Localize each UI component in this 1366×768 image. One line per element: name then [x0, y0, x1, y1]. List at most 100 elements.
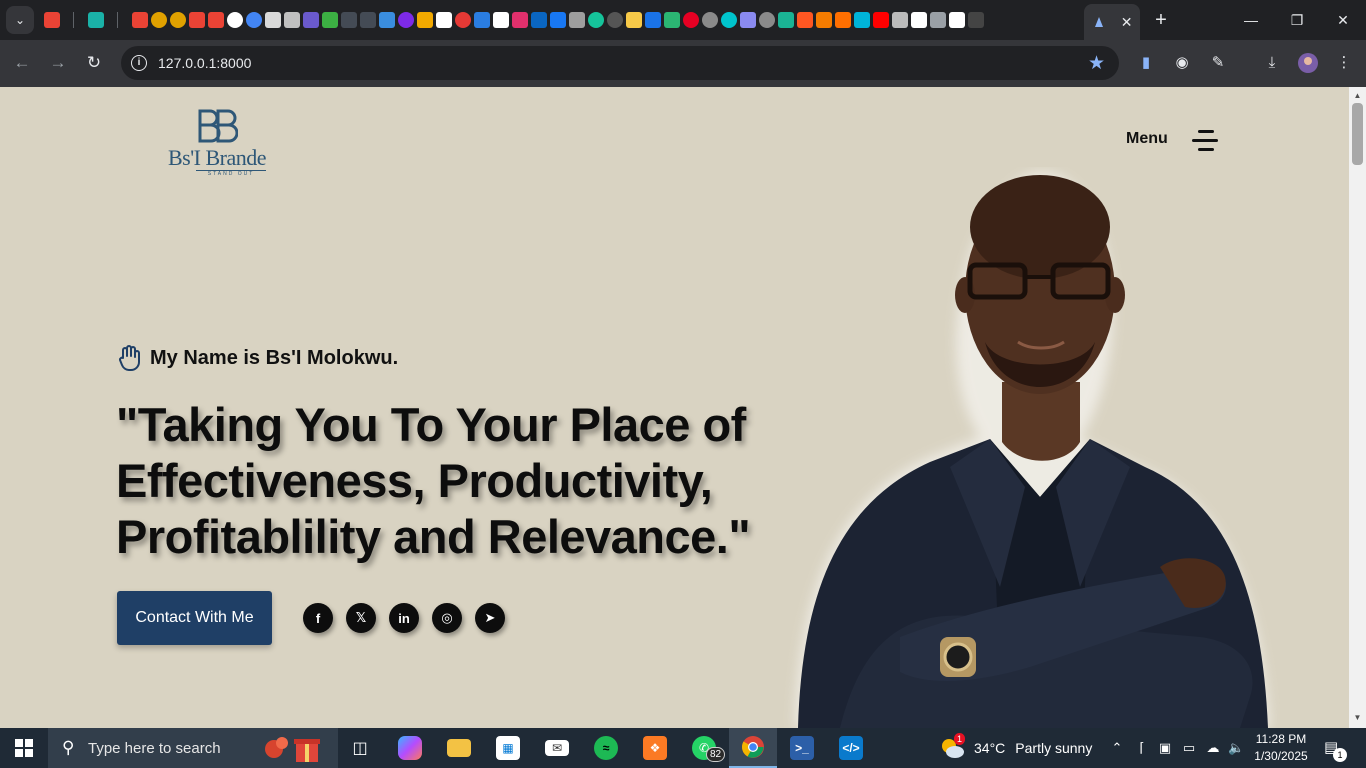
back-icon[interactable]: ←	[11, 52, 33, 74]
pinned-tab-target-icon[interactable]	[815, 12, 832, 28]
xampp-button[interactable]: ❖	[631, 728, 679, 768]
extension-icon[interactable]: ◉	[1171, 52, 1193, 74]
pinned-tab-px-icon[interactable]	[663, 12, 680, 28]
pinned-tab-youtube-icon[interactable]	[872, 12, 889, 28]
volume-icon[interactable]: 🔈	[1228, 740, 1244, 756]
scrollbar-thumb[interactable]	[1352, 103, 1363, 165]
pinned-tab-circle-icon[interactable]	[606, 12, 623, 28]
instagram-icon[interactable]: ◎	[432, 603, 462, 633]
start-button[interactable]	[0, 728, 48, 768]
pinned-tab-pi-icon[interactable]	[150, 12, 167, 28]
meet-now-icon[interactable]: ▣	[1157, 740, 1173, 756]
menu-label[interactable]: Menu	[1126, 130, 1168, 148]
pinned-tab-canva-icon[interactable]	[397, 12, 414, 28]
pinned-tab-canva-icon[interactable]	[720, 12, 737, 28]
vscode-button[interactable]: </>	[827, 728, 875, 768]
powershell-button[interactable]: >_	[778, 728, 826, 768]
pinned-tab-google-icon[interactable]	[245, 12, 262, 28]
pinned-tab-game-icon[interactable]	[226, 12, 243, 28]
pinned-tab-chatgpt-icon[interactable]	[264, 12, 281, 28]
pinned-tab-m-icon[interactable]	[777, 12, 794, 28]
pinned-tab-mask-icon[interactable]	[891, 12, 908, 28]
telegram-icon[interactable]: ➤	[475, 603, 505, 633]
pinned-tab-list-icon[interactable]	[302, 12, 319, 28]
site-info-icon[interactable]: i	[131, 55, 147, 71]
network-icon[interactable]: ⌈	[1134, 740, 1150, 756]
pinned-tab-amazon-icon[interactable]	[492, 12, 509, 28]
pinned-tab-hex-icon[interactable]	[321, 12, 338, 28]
more-icon[interactable]: ⋮	[1333, 52, 1355, 74]
pinned-tab-wordpress-icon[interactable]	[283, 12, 300, 28]
bookmark-icon[interactable]: ▮	[1135, 52, 1157, 74]
pinned-tab-globe-icon[interactable]	[758, 12, 775, 28]
pinned-tab-calendar-icon[interactable]	[739, 12, 756, 28]
pinned-tab-grid-icon[interactable]	[929, 12, 946, 28]
pinned-tab-arrow-icon[interactable]	[378, 12, 395, 28]
hamburger-menu-icon[interactable]	[1192, 129, 1218, 153]
puzzle-icon[interactable]: ✎	[1207, 52, 1229, 74]
scroll-down-icon[interactable]: ▼	[1353, 713, 1362, 722]
file-explorer-button[interactable]	[435, 728, 483, 768]
pinned-tab-pi-icon[interactable]	[169, 12, 186, 28]
pinned-tab-hex-icon[interactable]	[340, 12, 357, 28]
task-view-button[interactable]: ◫	[336, 728, 384, 768]
copilot-button[interactable]	[386, 728, 434, 768]
pinned-tab-wave-icon[interactable]	[796, 12, 813, 28]
system-clock[interactable]: 11:28 PM 1/30/2025	[1252, 731, 1310, 765]
pinned-tab-grammarly-icon[interactable]	[587, 12, 604, 28]
pinned-tab-linkedin-icon[interactable]	[530, 12, 547, 28]
pinned-tab-gmail-icon[interactable]	[188, 12, 205, 28]
bookmark-star-icon[interactable]: ★	[1088, 52, 1105, 75]
pinned-tab-facebook-icon[interactable]	[549, 12, 566, 28]
address-bar[interactable]: i 127.0.0.1:8000 ★	[121, 46, 1119, 80]
battery-icon[interactable]: ▭	[1181, 740, 1197, 756]
minimize-icon[interactable]: —	[1228, 0, 1274, 40]
spotify-button[interactable]: ≈	[582, 728, 630, 768]
forward-icon[interactable]: →	[47, 52, 69, 74]
restore-icon[interactable]: ❐	[1274, 0, 1320, 40]
pinned-tab-red-dot-icon[interactable]	[454, 12, 471, 28]
pinned-tab-w-icon[interactable]	[435, 12, 452, 28]
show-hidden-icons[interactable]: ⌃	[1109, 740, 1125, 756]
pinned-tab-dots-icon[interactable]	[834, 12, 851, 28]
pinned-tab-pinterest-icon[interactable]	[682, 12, 699, 28]
pinned-tab-star-icon[interactable]	[416, 12, 433, 28]
pinned-tab-hex-icon[interactable]	[359, 12, 376, 28]
pinned-tab-folder-icon[interactable]	[644, 12, 661, 28]
active-tab[interactable]: ✕	[1084, 4, 1140, 40]
url-text[interactable]: 127.0.0.1:8000	[158, 55, 251, 71]
chrome-button[interactable]	[729, 728, 777, 768]
pinned-tab-gmail-icon[interactable]	[207, 12, 224, 28]
scroll-up-icon[interactable]: ▲	[1353, 91, 1362, 100]
pinned-tab-k-icon[interactable]	[473, 12, 490, 28]
tab-search-button[interactable]: ⌄	[6, 6, 34, 34]
new-tab-button[interactable]: +	[1151, 8, 1171, 32]
pinned-tab-fire-icon[interactable]	[568, 12, 585, 28]
pinned-tab-x-icon[interactable]	[910, 12, 927, 28]
pinned-tab-diamond-icon[interactable]	[87, 12, 104, 28]
weather-widget[interactable]: 1 34°C Partly sunny	[940, 728, 1092, 768]
reload-icon[interactable]: ↻	[83, 52, 105, 74]
x-twitter-icon[interactable]: 𝕏	[346, 603, 376, 633]
pinned-tab-instagram-icon[interactable]	[511, 12, 528, 28]
mail-button[interactable]: ✉	[533, 728, 581, 768]
page-scrollbar[interactable]: ▲ ▼	[1349, 87, 1366, 728]
taskbar-search[interactable]: ⚲ Type here to search	[48, 728, 338, 768]
linkedin-icon[interactable]: in	[389, 603, 419, 633]
pinned-tab-gmail-icon[interactable]	[43, 12, 60, 28]
search-placeholder[interactable]: Type here to search	[88, 740, 221, 757]
contact-button[interactable]: Contact With Me	[117, 591, 272, 645]
profile-icon[interactable]	[1297, 52, 1319, 74]
pinned-tab-s-icon[interactable]	[853, 12, 870, 28]
pinned-tab-globe-icon[interactable]	[701, 12, 718, 28]
pinned-tab-terminal-icon[interactable]	[967, 12, 984, 28]
facebook-icon[interactable]: f	[303, 603, 333, 633]
download-icon[interactable]: ⤓	[1261, 52, 1283, 74]
whatsapp-button[interactable]: ✆ 82	[680, 728, 728, 768]
pinned-tab-doc-icon[interactable]	[948, 12, 965, 28]
window-close-icon[interactable]: ✕	[1320, 0, 1366, 40]
onedrive-icon[interactable]: ☁	[1205, 740, 1221, 756]
site-logo[interactable]: Bs'I Brande STAND OUT	[162, 109, 272, 177]
store-button[interactable]: ▦	[484, 728, 532, 768]
pinned-tab-gmail-icon[interactable]	[131, 12, 148, 28]
